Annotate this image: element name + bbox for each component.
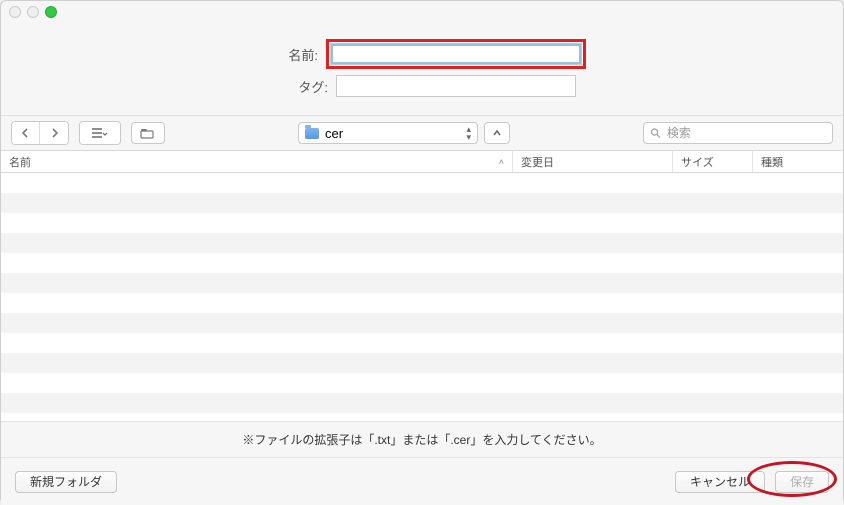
view-list-button[interactable]: [80, 122, 120, 144]
save-dialog: 名前: タグ:: [0, 0, 844, 504]
list-row: [1, 173, 843, 193]
location-toolbar: cer ▴▾: [1, 115, 843, 151]
column-header-date[interactable]: 変更日: [513, 151, 673, 172]
column-name-label: 名前: [9, 154, 31, 170]
search-input[interactable]: [667, 126, 826, 140]
window-zoom-button[interactable]: [45, 6, 57, 18]
list-row: [1, 213, 843, 233]
file-list[interactable]: [1, 173, 843, 421]
list-row: [1, 313, 843, 333]
list-row: [1, 353, 843, 373]
group-button[interactable]: [131, 122, 165, 144]
nav-back-button[interactable]: [12, 122, 40, 144]
column-kind-label: 種類: [761, 154, 783, 170]
location-folder-name: cer: [325, 126, 343, 141]
tag-label: タグ:: [268, 77, 328, 96]
list-row: [1, 293, 843, 313]
tag-input[interactable]: [336, 75, 576, 97]
column-header-kind[interactable]: 種類: [753, 151, 843, 172]
list-row: [1, 393, 843, 413]
list-row: [1, 253, 843, 273]
column-header-row: 名前 ˄ 変更日 サイズ 種類: [1, 151, 843, 173]
search-field[interactable]: [643, 122, 833, 144]
group-icon: [140, 127, 156, 139]
column-size-label: サイズ: [681, 154, 714, 170]
extension-hint: ※ファイルの拡張子は「.txt」または「.cer」を入力してください。: [1, 421, 843, 457]
search-icon: [650, 127, 661, 139]
new-folder-button[interactable]: 新規フォルダ: [15, 471, 117, 493]
column-header-size[interactable]: サイズ: [673, 151, 753, 172]
chevron-left-icon: [21, 128, 30, 138]
updown-arrows-icon: ▴▾: [466, 125, 471, 141]
chevron-up-icon: [492, 128, 502, 138]
list-view-icon: [91, 127, 109, 139]
window-minimize-button[interactable]: [27, 6, 39, 18]
list-row: [1, 373, 843, 393]
list-row: [1, 273, 843, 293]
folder-icon: [305, 128, 319, 139]
nav-forward-button[interactable]: [40, 122, 68, 144]
list-row: [1, 333, 843, 353]
name-label: 名前:: [258, 45, 318, 64]
window-close-button[interactable]: [9, 6, 21, 18]
name-tag-form: 名前: タグ:: [1, 23, 843, 115]
dialog-footer: 新規フォルダ キャンセル 保存: [1, 457, 843, 505]
column-header-name[interactable]: 名前 ˄: [1, 151, 513, 172]
column-date-label: 変更日: [521, 154, 554, 170]
location-popup[interactable]: cer ▴▾: [298, 122, 478, 144]
collapse-button[interactable]: [484, 122, 510, 144]
name-input[interactable]: [330, 43, 582, 65]
view-mode-segment: [79, 121, 121, 145]
list-row: [1, 193, 843, 213]
chevron-right-icon: [50, 128, 59, 138]
sort-asc-icon: ˄: [499, 157, 504, 167]
save-button[interactable]: 保存: [775, 471, 829, 493]
window-titlebar: [1, 1, 843, 23]
cancel-button[interactable]: キャンセル: [675, 471, 765, 493]
list-row: [1, 233, 843, 253]
annotation-name-highlight: [326, 39, 586, 69]
list-row: [1, 413, 843, 421]
extension-hint-text: ※ファイルの拡張子は「.txt」または「.cer」を入力してください。: [242, 431, 601, 448]
nav-back-forward: [11, 121, 69, 145]
